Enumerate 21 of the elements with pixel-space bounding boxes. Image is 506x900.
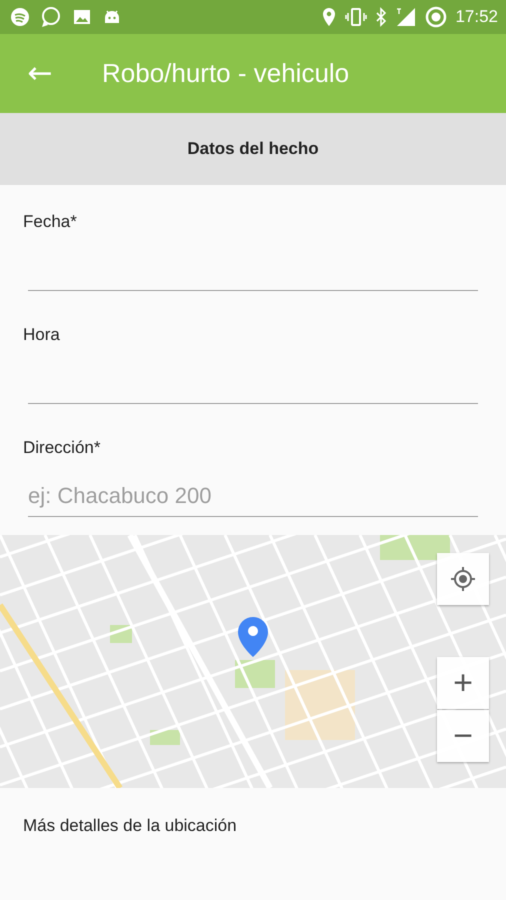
sync-icon <box>425 6 448 28</box>
field-label: Dirección* <box>23 438 102 458</box>
bluetooth-icon <box>375 7 388 27</box>
clock-time: 17:52 <box>455 7 498 27</box>
details-label: Más detalles de la ubicación <box>23 816 237 835</box>
location-icon <box>321 7 338 27</box>
crosshair-icon <box>450 566 476 592</box>
field-label: Hora <box>23 325 61 345</box>
spotify-icon <box>10 7 30 27</box>
zoom-out-button[interactable]: − <box>437 710 489 762</box>
chat-icon <box>40 6 62 28</box>
image-icon <box>72 7 92 27</box>
input-field[interactable]: ej: Chacabuco 200 <box>28 476 478 517</box>
zoom-in-button[interactable]: + <box>437 657 489 709</box>
my-location-button[interactable] <box>437 553 489 605</box>
section-title: Datos del hecho <box>187 139 319 159</box>
screen-title: Robo/hurto - vehiculo <box>102 58 350 89</box>
map-pin-icon <box>236 615 270 659</box>
vibrate-icon <box>345 7 368 27</box>
field-label: Fecha* <box>23 212 78 232</box>
signal-icon <box>395 7 418 27</box>
